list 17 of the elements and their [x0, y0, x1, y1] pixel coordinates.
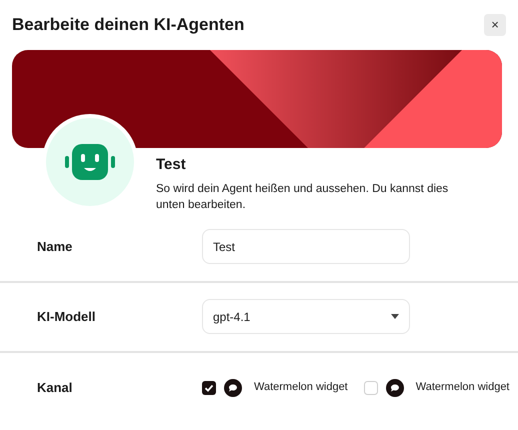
chat-bubble-icon — [386, 378, 404, 396]
name-input[interactable]: Test — [202, 229, 410, 264]
channel-label: Watermelon widget — [416, 380, 510, 396]
close-button[interactable]: × — [484, 14, 506, 36]
model-dropdown[interactable]: gpt-4.1 — [202, 299, 410, 334]
checkbox[interactable] — [202, 380, 216, 394]
agent-description: So wird dein Agent heißen und aussehen. Du kannst dies unten bearbeiten. — [156, 182, 450, 212]
dialog-title: Bearbeite deinen KI-Agenten — [12, 14, 244, 36]
field-label: KI-Modell — [36, 308, 96, 326]
robot-icon — [65, 144, 115, 180]
channel-label: Watermelon widget — [254, 380, 348, 396]
chat-bubble-icon — [224, 378, 242, 396]
caret-icon — [391, 314, 399, 319]
field-label: Name — [36, 238, 74, 256]
agent-name: Test — [156, 155, 187, 175]
field-label: Kanal — [36, 378, 74, 397]
checkbox[interactable] — [364, 380, 378, 394]
